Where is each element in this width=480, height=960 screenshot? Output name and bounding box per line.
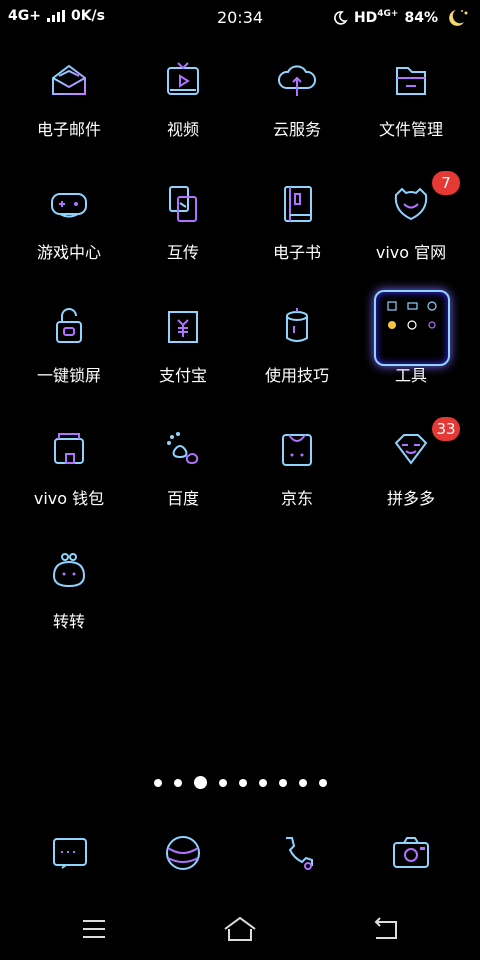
app-cloud[interactable]: 云服务 <box>240 50 354 160</box>
back-icon[interactable] <box>366 914 406 944</box>
tips-icon <box>270 300 324 354</box>
app-alipay[interactable]: 支付宝 <box>126 296 240 406</box>
app-label: 百度 <box>166 489 199 508</box>
app-label: 游戏中心 <box>36 243 101 262</box>
app-label: 工具 <box>394 366 427 385</box>
alipay-icon <box>156 300 210 354</box>
app-game-center[interactable]: 游戏中心 <box>12 173 126 283</box>
book-icon <box>270 177 324 231</box>
notification-badge: 33 <box>432 417 460 441</box>
app-label: vivo 官网 <box>375 243 447 262</box>
app-baidu[interactable]: 百度 <box>126 419 240 529</box>
app-pinduoduo[interactable]: 33 拼多多 <box>354 417 468 529</box>
page-dot[interactable] <box>298 778 307 787</box>
smile-icon <box>384 177 438 231</box>
page-dot[interactable] <box>238 778 247 787</box>
transfer-icon <box>156 177 210 231</box>
app-tips[interactable]: 使用技巧 <box>240 296 354 406</box>
app-label: 支付宝 <box>158 366 207 385</box>
jd-icon <box>270 423 324 477</box>
moon-icon <box>332 10 348 26</box>
video-icon <box>156 54 210 108</box>
app-transfer[interactable]: 互传 <box>126 173 240 283</box>
page-dot[interactable] <box>173 778 182 787</box>
baidu-icon <box>156 423 210 477</box>
app-files[interactable]: 文件管理 <box>354 50 468 160</box>
tools-folder-icon <box>374 290 450 366</box>
app-label: 电子书 <box>272 243 321 262</box>
app-ebook[interactable]: 电子书 <box>240 173 354 283</box>
hd-indicator: HD4G+ <box>353 9 399 26</box>
page-dot[interactable] <box>258 778 267 787</box>
battery-moon-icon <box>444 8 470 28</box>
app-vivo-official[interactable]: 7 vivo 官网 <box>354 171 468 283</box>
wallet-icon <box>42 423 96 477</box>
pinduoduo-icon <box>384 423 438 477</box>
app-zhuanzhuan[interactable]: 转转 <box>12 542 126 652</box>
app-label: 转转 <box>52 612 85 631</box>
page-dot[interactable] <box>278 778 287 787</box>
app-label: vivo 钱包 <box>33 489 105 508</box>
gamepad-icon <box>42 177 96 231</box>
app-email[interactable]: 电子邮件 <box>12 50 126 160</box>
app-label: 文件管理 <box>378 120 443 139</box>
page-dot[interactable] <box>318 778 327 787</box>
app-jd[interactable]: 京东 <box>240 419 354 529</box>
status-bar: 4G+ 0K/s 20:34 HD4G+ 84% <box>0 0 480 34</box>
app-label: 使用技巧 <box>264 366 329 385</box>
phone-icon[interactable] <box>272 828 322 878</box>
page-indicator[interactable] <box>0 776 480 789</box>
app-label: 一键锁屏 <box>36 366 101 385</box>
app-label: 电子邮件 <box>36 120 101 139</box>
camera-icon[interactable] <box>386 828 436 878</box>
app-video[interactable]: 视频 <box>126 50 240 160</box>
app-lock-screen[interactable]: 一键锁屏 <box>12 296 126 406</box>
menu-icon[interactable] <box>74 914 114 944</box>
app-label: 京东 <box>280 489 313 508</box>
battery-level: 84% <box>404 10 438 26</box>
mail-icon <box>42 54 96 108</box>
folder-icon <box>384 54 438 108</box>
app-label: 视频 <box>166 120 199 139</box>
navigation-bar <box>0 910 480 950</box>
app-tools-folder[interactable]: 工具 <box>354 290 468 406</box>
browser-icon[interactable] <box>158 828 208 878</box>
status-right: HD4G+ 84% <box>332 8 470 28</box>
app-label: 互传 <box>166 243 199 262</box>
notification-badge: 7 <box>432 171 460 195</box>
messages-icon[interactable] <box>45 828 95 878</box>
app-vivo-wallet[interactable]: vivo 钱包 <box>12 419 126 529</box>
cloud-icon <box>270 54 324 108</box>
dock <box>0 828 480 878</box>
page-dot-active[interactable] <box>193 776 207 789</box>
app-label: 拼多多 <box>386 489 435 508</box>
app-label: 云服务 <box>272 120 321 139</box>
page-dot[interactable] <box>218 778 227 787</box>
home-icon[interactable] <box>220 914 260 944</box>
zhuanzhuan-icon <box>42 546 96 600</box>
page-dot[interactable] <box>153 778 162 787</box>
lock-icon <box>42 300 96 354</box>
